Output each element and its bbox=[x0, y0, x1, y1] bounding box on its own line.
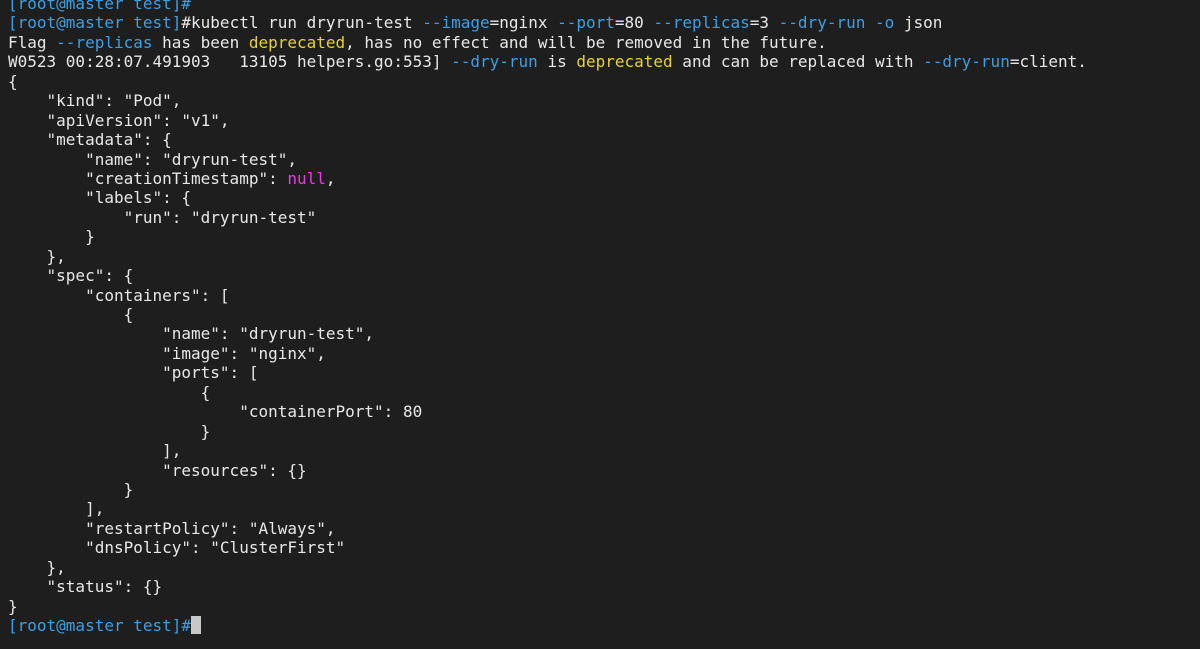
warning-text: Flag bbox=[8, 32, 57, 52]
json-line: "apiVersion": "v1", bbox=[8, 110, 230, 130]
json-line: { bbox=[8, 382, 211, 402]
json-line: } bbox=[8, 479, 134, 499]
json-line: }, bbox=[8, 557, 66, 577]
command-flag: --port bbox=[557, 13, 615, 33]
previous-prompt-line: [root@master test]# bbox=[8, 0, 1087, 13]
terminal-output: [root@master test]# [root@master test]#k… bbox=[8, 0, 1087, 635]
text-cursor[interactable] bbox=[191, 616, 202, 634]
json-line: "labels": { bbox=[8, 188, 192, 208]
terminal-window[interactable]: [root@master test]# [root@master test]#k… bbox=[0, 0, 1200, 649]
command-flag: --dry-run bbox=[778, 13, 866, 33]
prompt-text: [root@master test] bbox=[8, 0, 182, 13]
json-line: } bbox=[8, 421, 211, 441]
warning-text: =client. bbox=[1009, 52, 1087, 72]
command-text: =nginx bbox=[489, 13, 558, 33]
command-text: kubectl run dryrun-test bbox=[191, 13, 423, 33]
json-line: }, bbox=[8, 246, 66, 266]
json-line: "name": "dryrun-test", bbox=[8, 149, 297, 169]
json-punct: , bbox=[325, 168, 336, 188]
json-line: "containers": [ bbox=[8, 285, 230, 305]
command-line: [root@master test]#kubectl run dryrun-te… bbox=[8, 13, 1087, 32]
command-flag: --replicas bbox=[653, 13, 750, 33]
json-line: "spec": { bbox=[8, 266, 134, 286]
json-line: "ports": [ bbox=[8, 363, 259, 383]
warning-text: has been bbox=[152, 32, 249, 52]
warning-text: W0523 00:28:07.491903 13105 helpers.go:5… bbox=[8, 52, 452, 72]
json-line: "kind": "Pod", bbox=[8, 91, 182, 111]
json-line: "restartPolicy": "Always", bbox=[8, 518, 336, 538]
json-line: "metadata": { bbox=[8, 130, 172, 150]
json-line: "resources": {} bbox=[8, 460, 307, 480]
warning-line: W0523 00:28:07.491903 13105 helpers.go:5… bbox=[8, 52, 1087, 71]
json-line: { bbox=[8, 305, 134, 324]
json-line: ], bbox=[8, 499, 105, 519]
json-line: "image": "nginx", bbox=[8, 343, 326, 363]
json-line: ], bbox=[8, 441, 182, 461]
json-line: "containerPort": 80 bbox=[8, 402, 423, 422]
command-flag: -o bbox=[875, 13, 895, 33]
command-text: json bbox=[894, 13, 943, 33]
warning-text: and can be replaced with bbox=[672, 52, 924, 72]
json-key: "creationTimestamp": bbox=[8, 168, 288, 188]
prompt-char: # bbox=[181, 0, 192, 13]
command-text: =3 bbox=[749, 13, 779, 33]
json-line: { bbox=[8, 71, 18, 91]
warning-text: , has no effect and will be removed in t… bbox=[345, 32, 827, 52]
null-literal: null bbox=[287, 168, 326, 188]
warning-flag: --replicas bbox=[56, 32, 153, 52]
command-flag: --image bbox=[422, 13, 490, 33]
json-line: "dnsPolicy": "ClusterFirst" bbox=[8, 538, 346, 558]
warning-flag: --dry-run bbox=[451, 52, 538, 72]
current-prompt-line[interactable]: [root@master test]# bbox=[8, 616, 1087, 635]
json-line: "status": {} bbox=[8, 577, 163, 597]
json-line: "name": "dryrun-test", bbox=[8, 324, 375, 344]
warning-flag: --dry-run bbox=[923, 52, 1010, 72]
prompt-text: [root@master test] bbox=[8, 616, 182, 635]
json-line: "creationTimestamp": null, bbox=[8, 169, 1087, 188]
json-line: } bbox=[8, 596, 18, 616]
prompt-text: [root@master test] bbox=[8, 13, 182, 33]
command-text: =80 bbox=[614, 13, 654, 33]
json-line: } bbox=[8, 227, 95, 247]
json-line: "run": "dryrun-test" bbox=[8, 207, 317, 227]
warning-text: is bbox=[537, 52, 577, 72]
deprecated-word: deprecated bbox=[576, 52, 673, 72]
command-text bbox=[865, 13, 875, 32]
prompt-char: # bbox=[181, 13, 192, 33]
deprecated-word: deprecated bbox=[248, 32, 346, 52]
warning-line: Flag --replicas has been deprecated, has… bbox=[8, 33, 1087, 52]
prompt-char: # bbox=[181, 616, 192, 635]
